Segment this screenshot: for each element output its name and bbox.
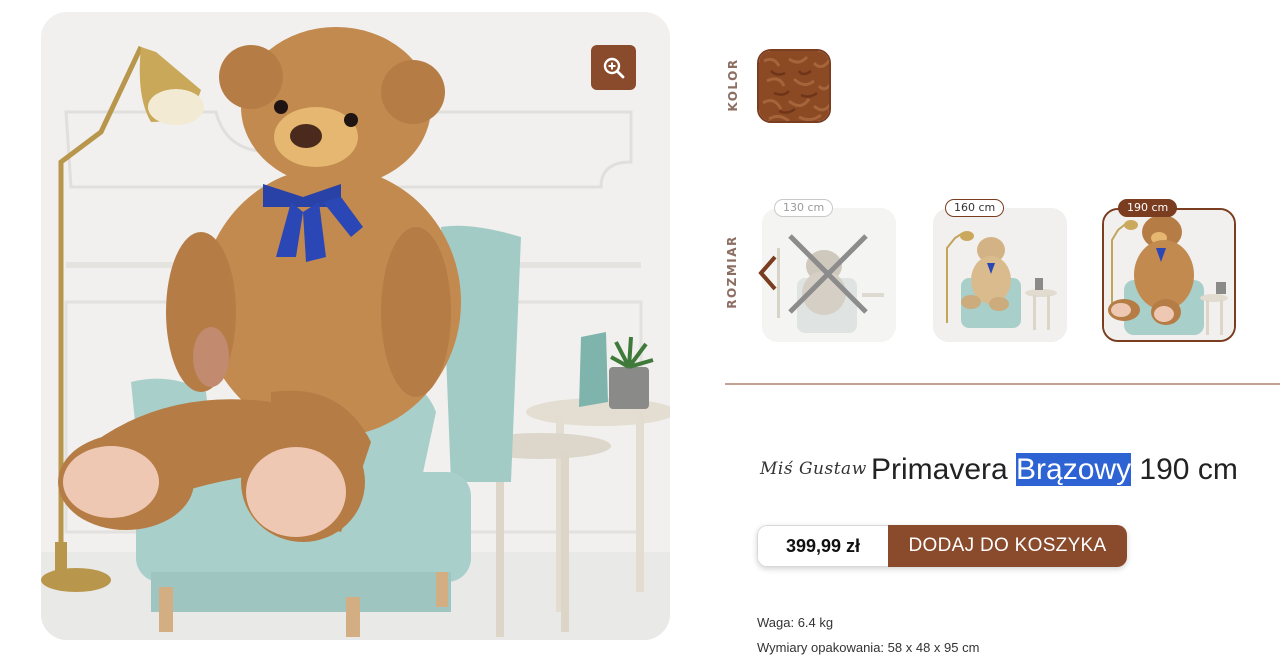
size-option-160[interactable] <box>933 208 1067 342</box>
size-130-thumbnail <box>762 208 896 342</box>
brand-logo: Miś Gustaw <box>760 459 867 479</box>
teddy-bear-photo <box>41 12 670 640</box>
color-swatch-brown[interactable] <box>757 49 831 123</box>
size-tag-190: 190 cm <box>1118 199 1178 217</box>
size-160-thumbnail <box>933 208 1067 342</box>
add-to-cart-button[interactable]: DODAJ DO KOSZYKA <box>888 525 1127 567</box>
product-weight: Waga: 6.4 kg <box>757 615 834 630</box>
section-divider <box>725 383 1280 385</box>
product-title-part1: Primavera <box>871 453 1017 486</box>
product-main-image[interactable] <box>41 12 670 640</box>
product-dimensions: Wymiary opakowania: 58 x 48 x 95 cm <box>757 640 980 655</box>
product-title-part2: 190 cm <box>1131 453 1238 486</box>
size-label: ROZMIAR <box>725 235 739 309</box>
buy-row: 399,99 zł DODAJ DO KOSZYKA <box>757 525 1127 567</box>
product-title: Primavera Brązowy 190 cm <box>871 453 1238 487</box>
size-190-thumbnail <box>1104 210 1234 340</box>
size-option-130[interactable] <box>762 208 896 342</box>
product-title-highlight: Brązowy <box>1016 453 1132 486</box>
chevron-left-icon <box>758 255 777 291</box>
zoom-in-icon <box>603 57 624 78</box>
size-option-190[interactable] <box>1102 208 1236 342</box>
fur-texture-swatch <box>759 51 829 121</box>
color-label: KOLOR <box>726 58 740 112</box>
size-tag-130: 130 cm <box>774 199 834 217</box>
size-tag-160: 160 cm <box>945 199 1005 217</box>
product-price: 399,99 zł <box>757 525 888 567</box>
zoom-button[interactable] <box>591 45 636 90</box>
size-prev-button[interactable] <box>754 255 782 291</box>
